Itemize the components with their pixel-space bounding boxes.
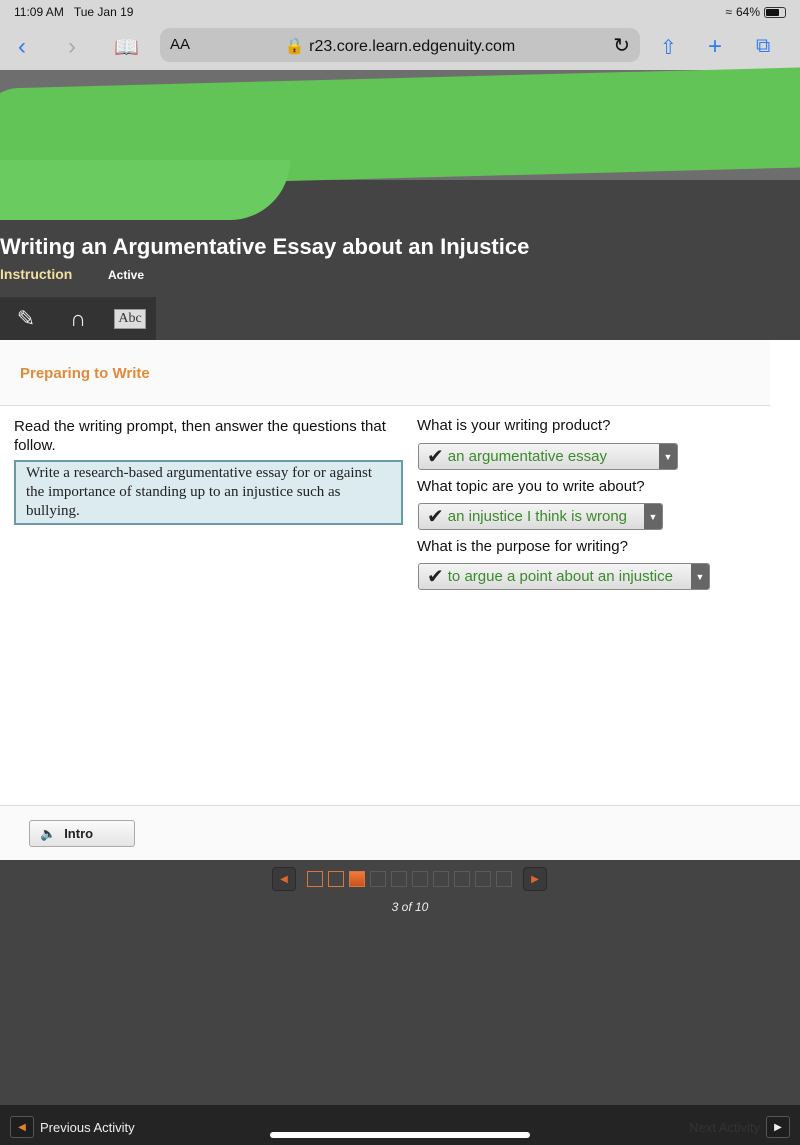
page-indicator[interactable]: [496, 871, 512, 887]
next-activity-label: Next Activity: [689, 1120, 760, 1135]
answer-dropdown[interactable]: ✔ an injustice I think is wrong ▼: [418, 503, 663, 530]
page-indicator[interactable]: [475, 871, 491, 887]
chevron-down-icon[interactable]: ▼: [644, 504, 662, 529]
activity-nav: ◀ Previous Activity Next Activity ▶: [0, 1105, 800, 1145]
page-indicator[interactable]: [391, 871, 407, 887]
tool-bar: ✎ ∩ Abc: [0, 297, 156, 340]
speaker-icon: 🔈: [40, 825, 57, 841]
prev-page-button[interactable]: ◀: [272, 867, 296, 891]
page-indicator[interactable]: [349, 871, 365, 887]
wifi-icon: ≈: [725, 5, 732, 19]
page-indicator[interactable]: [307, 871, 323, 887]
status-time: 11:09 AM Tue Jan 19: [14, 5, 134, 19]
dictionary-icon[interactable]: Abc: [104, 297, 156, 340]
intro-button[interactable]: 🔈 Intro: [29, 820, 135, 847]
page-indicators: [307, 871, 512, 887]
page-count: 3 of 10: [391, 900, 429, 914]
headphones-icon[interactable]: ∩: [52, 297, 104, 340]
browser-toolbar: ‹ › 📖 AA 🔒 r23.core.learn.edgenuity.com …: [0, 25, 800, 70]
lock-icon: 🔒: [284, 38, 305, 55]
redaction-scribble: [0, 160, 290, 220]
reload-icon[interactable]: ↻: [613, 33, 630, 58]
page-indicator[interactable]: [328, 871, 344, 887]
activity-footer: 🔈 Intro: [0, 805, 800, 860]
previous-activity-button[interactable]: ◀: [10, 1116, 34, 1138]
share-icon[interactable]: ⇧: [660, 35, 677, 60]
page-indicator[interactable]: [412, 871, 428, 887]
forward-icon[interactable]: ›: [68, 33, 76, 61]
question-label: What is your writing product?: [417, 417, 611, 434]
page-indicator[interactable]: [433, 871, 449, 887]
check-icon: ✔: [427, 446, 444, 468]
next-page-button[interactable]: ▶: [523, 867, 547, 891]
tab-instruction[interactable]: Instruction: [0, 266, 72, 282]
new-tab-icon[interactable]: +: [708, 33, 722, 61]
answer-dropdown[interactable]: ✔ an argumentative essay ▼: [418, 443, 678, 470]
section-header: Preparing to Write: [0, 340, 770, 406]
battery-percent: 64%: [735, 5, 760, 19]
status-bar: 11:09 AM Tue Jan 19 ≈64%: [0, 0, 800, 25]
chevron-down-icon[interactable]: ▼: [691, 564, 709, 589]
battery-icon: [764, 6, 786, 18]
check-icon: ✔: [427, 506, 444, 528]
prompt-instructions: Read the writing prompt, then answer the…: [14, 418, 386, 454]
answer-dropdown[interactable]: ✔ to argue a point about an injustice ▼: [418, 563, 710, 590]
check-icon: ✔: [427, 566, 444, 588]
section-title: Preparing to Write: [20, 365, 150, 382]
back-icon[interactable]: ‹: [18, 33, 26, 61]
url-text: r23.core.learn.edgenuity.com: [309, 38, 516, 55]
tabs-icon[interactable]: ⧉: [756, 35, 770, 58]
question-label: What is the purpose for writing?: [417, 538, 628, 555]
home-indicator: [270, 1132, 530, 1138]
next-activity-button[interactable]: ▶: [766, 1116, 790, 1138]
pager: ◀ ▶ 3 of 10: [0, 860, 800, 1105]
pencil-icon[interactable]: ✎: [0, 297, 52, 340]
question-label: What topic are you to write about?: [417, 478, 645, 495]
address-bar[interactable]: AA 🔒 r23.core.learn.edgenuity.com ↻: [160, 28, 640, 62]
bookmarks-icon[interactable]: 📖: [114, 35, 139, 60]
lesson-title: Writing an Argumentative Essay about an …: [0, 234, 530, 259]
previous-activity-label[interactable]: Previous Activity: [40, 1120, 135, 1135]
activity-content: Preparing to Write Read the writing prom…: [0, 340, 800, 860]
chevron-down-icon[interactable]: ▼: [659, 444, 677, 469]
status-label: Active: [108, 268, 145, 282]
page-indicator[interactable]: [370, 871, 386, 887]
writing-prompt: Write a research-based argumentative ess…: [14, 460, 403, 525]
page-indicator[interactable]: [454, 871, 470, 887]
